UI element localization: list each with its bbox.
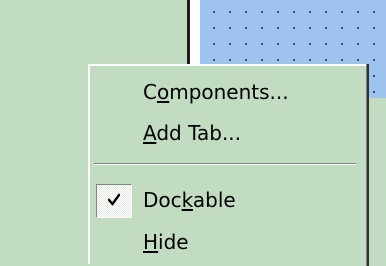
menu-item-add-tab[interactable]: Add Tab... — [90, 115, 362, 155]
menu-item-label: Dockable — [143, 188, 236, 212]
menu-item-label: Components... — [143, 80, 289, 104]
menu-item-dockable[interactable]: Dockable — [90, 182, 362, 222]
menu-item-label: Add Tab... — [143, 121, 242, 145]
checked-state-box — [96, 184, 132, 218]
context-menu: Components... Add Tab... Dockable Hide — [88, 64, 369, 266]
menu-separator — [94, 163, 356, 165]
menu-item-label: Hide — [143, 230, 189, 254]
check-icon — [108, 193, 120, 206]
menu-item-components[interactable]: Components... — [90, 74, 362, 114]
menu-item-hide[interactable]: Hide — [90, 224, 362, 264]
